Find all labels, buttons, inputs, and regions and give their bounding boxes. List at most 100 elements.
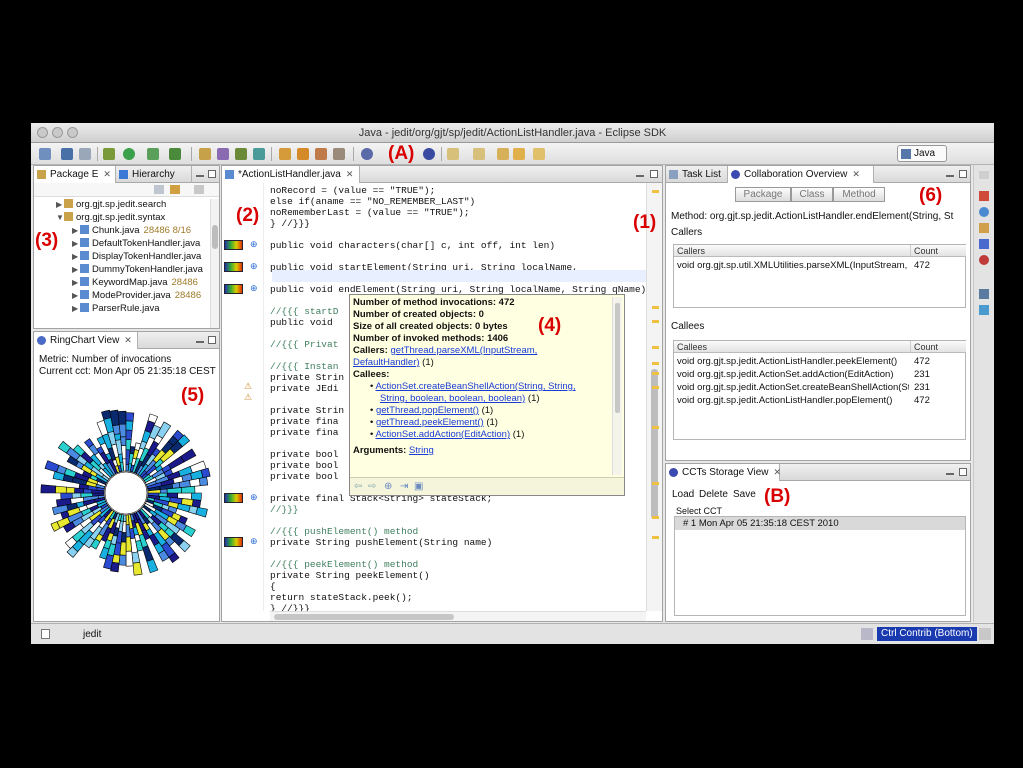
override-icon[interactable]: ⊕ — [250, 283, 258, 294]
ring-segment[interactable] — [195, 506, 208, 518]
ring-segment[interactable] — [131, 551, 141, 564]
hierarchy-icon[interactable] — [979, 305, 989, 315]
collab-icon[interactable] — [423, 148, 435, 160]
ring-segment[interactable] — [171, 482, 181, 489]
ring-segment[interactable] — [65, 486, 76, 494]
package-button[interactable]: Package — [735, 187, 791, 202]
hover-callee-link[interactable]: getThread.peekElement() — [376, 417, 484, 428]
collapse-all-icon[interactable] — [154, 185, 164, 194]
close-icon[interactable]: ✕ — [124, 335, 132, 345]
chevron-right-icon[interactable]: ▶ — [72, 304, 80, 313]
ring-segment[interactable] — [125, 412, 135, 422]
external-tools-icon[interactable] — [147, 148, 159, 160]
overview-marker[interactable] — [652, 482, 659, 485]
overview-marker[interactable] — [652, 372, 659, 375]
chevron-down-icon[interactable]: ▼ — [56, 213, 64, 222]
chevron-right-icon[interactable]: ▶ — [72, 265, 80, 274]
overview-marker[interactable] — [652, 426, 659, 429]
hover-caller-link[interactable]: DefaultHandler) — [353, 357, 420, 368]
plugin-icon[interactable] — [979, 191, 989, 201]
tree-item[interactable]: ▶ Chunk.java 28486 8/16 — [72, 225, 191, 238]
globe-icon[interactable]: ⊕ — [384, 481, 392, 492]
override-icon[interactable]: ⊕ — [250, 239, 258, 250]
ring-segment[interactable] — [117, 410, 127, 425]
open-resource-icon[interactable] — [297, 148, 309, 160]
ring-segment[interactable] — [125, 420, 134, 431]
chevron-right-icon[interactable]: ▶ — [72, 239, 80, 248]
ring-segment[interactable] — [191, 492, 202, 501]
back-icon[interactable] — [513, 148, 525, 160]
ring-center[interactable] — [104, 471, 148, 515]
ring-segment[interactable] — [132, 561, 143, 576]
save-button[interactable]: Save — [733, 489, 756, 500]
tab-package-explorer[interactable]: Package E ✕ — [34, 166, 116, 183]
search-icon[interactable] — [979, 223, 989, 233]
tab-hierarchy[interactable]: Hierarchy — [116, 166, 192, 183]
load-button[interactable]: Load — [672, 489, 694, 500]
count-col-header[interactable]: Count — [910, 245, 966, 257]
metric-marker-icon[interactable] — [224, 537, 243, 547]
tab-actionlisthandler[interactable]: *ActionListHandler.java ✕ — [222, 166, 360, 183]
problems-icon[interactable] — [979, 255, 989, 265]
editor-hscrollbar[interactable] — [270, 611, 646, 621]
overview-marker[interactable] — [652, 190, 659, 193]
callees-table[interactable]: Callees Count void org.gjt.sp.jedit.Acti… — [673, 340, 966, 440]
ring-segment[interactable] — [44, 460, 60, 473]
callers-col-header[interactable]: Callers — [674, 245, 910, 257]
new-icon[interactable] — [39, 148, 51, 160]
ring-segment[interactable] — [198, 476, 209, 487]
run-icon[interactable] — [123, 148, 135, 160]
tree-item[interactable]: ▶ org.gjt.sp.jedit.search — [56, 199, 166, 212]
hover-arguments-link[interactable]: String — [409, 445, 434, 456]
minimize-view-icon[interactable] — [946, 175, 954, 177]
chevron-right-icon[interactable]: ▶ — [72, 291, 80, 300]
hover-callee-link[interactable]: String, boolean, boolean, boolean) — [380, 393, 525, 404]
callees-col-header[interactable]: Callees — [674, 341, 910, 353]
table-row[interactable]: void org.gjt.sp.jedit.ActionSet.createBe… — [674, 381, 965, 394]
table-row[interactable]: void org.gjt.sp.util.XMLUtilities.parseX… — [674, 259, 965, 272]
popup-scrollbar[interactable] — [612, 297, 622, 475]
overview-marker[interactable] — [652, 362, 659, 365]
ring-segment[interactable] — [114, 433, 122, 441]
editor-hscroll-thumb[interactable] — [274, 614, 454, 620]
metric-marker-icon[interactable] — [224, 262, 243, 272]
restore-icon[interactable] — [979, 171, 989, 179]
search-icon[interactable] — [315, 148, 327, 160]
new-class-icon[interactable] — [217, 148, 229, 160]
override-icon[interactable]: ⊕ — [250, 492, 258, 503]
cct-list-item-selected[interactable]: # 1 Mon Apr 05 21:35:18 CEST 2010 — [675, 517, 965, 530]
next-annotation-icon[interactable] — [447, 148, 459, 160]
ring-segment[interactable] — [180, 485, 196, 494]
popup-scroll-thumb[interactable] — [615, 303, 620, 413]
last-edit-icon[interactable] — [497, 148, 509, 160]
javadoc-icon[interactable]: ▣ — [414, 481, 423, 492]
callers-table[interactable]: Callers Count void org.gjt.sp.util.XMLUt… — [673, 244, 966, 308]
overview-marker[interactable] — [652, 320, 659, 323]
chevron-right-icon[interactable]: ▶ — [72, 252, 80, 261]
pen-icon[interactable] — [333, 148, 345, 160]
tree-item[interactable]: ▶ ModeProvider.java 28486 — [72, 290, 201, 303]
chevron-right-icon[interactable]: ▶ — [72, 278, 80, 287]
warning-icon[interactable]: ⚠ — [244, 392, 252, 403]
tree-item[interactable]: ▶ ParserRule.java — [72, 303, 160, 316]
forward-icon[interactable] — [533, 148, 545, 160]
prev-annotation-icon[interactable] — [473, 148, 485, 160]
cct-list[interactable]: # 1 Mon Apr 05 21:35:18 CEST 2010 — [674, 516, 966, 616]
minimize-view-icon[interactable] — [636, 175, 644, 177]
ring-segment[interactable] — [200, 467, 211, 479]
ring-segment[interactable] — [159, 488, 168, 494]
tree-item[interactable]: ▶ DefaultTokenHandler.java — [72, 238, 200, 251]
tree-item[interactable]: ▼ org.gjt.sp.jedit.syntax — [56, 212, 165, 225]
overview-marker[interactable] — [652, 516, 659, 519]
tab-ccts-storage[interactable]: CCTs Storage View ✕ — [666, 464, 782, 481]
maximize-view-icon[interactable] — [208, 170, 216, 178]
ring-segment[interactable] — [55, 485, 67, 494]
tab-ringchart[interactable]: RingChart View ✕ — [34, 332, 138, 349]
minimize-view-icon[interactable] — [946, 473, 954, 475]
tree-item[interactable]: ▶ DummyTokenHandler.java — [72, 264, 203, 277]
save-icon[interactable] — [61, 148, 73, 160]
close-icon[interactable]: ✕ — [346, 169, 354, 179]
print-icon[interactable] — [79, 148, 91, 160]
close-icon[interactable]: ✕ — [774, 467, 782, 477]
class-button[interactable]: Class — [791, 187, 833, 202]
